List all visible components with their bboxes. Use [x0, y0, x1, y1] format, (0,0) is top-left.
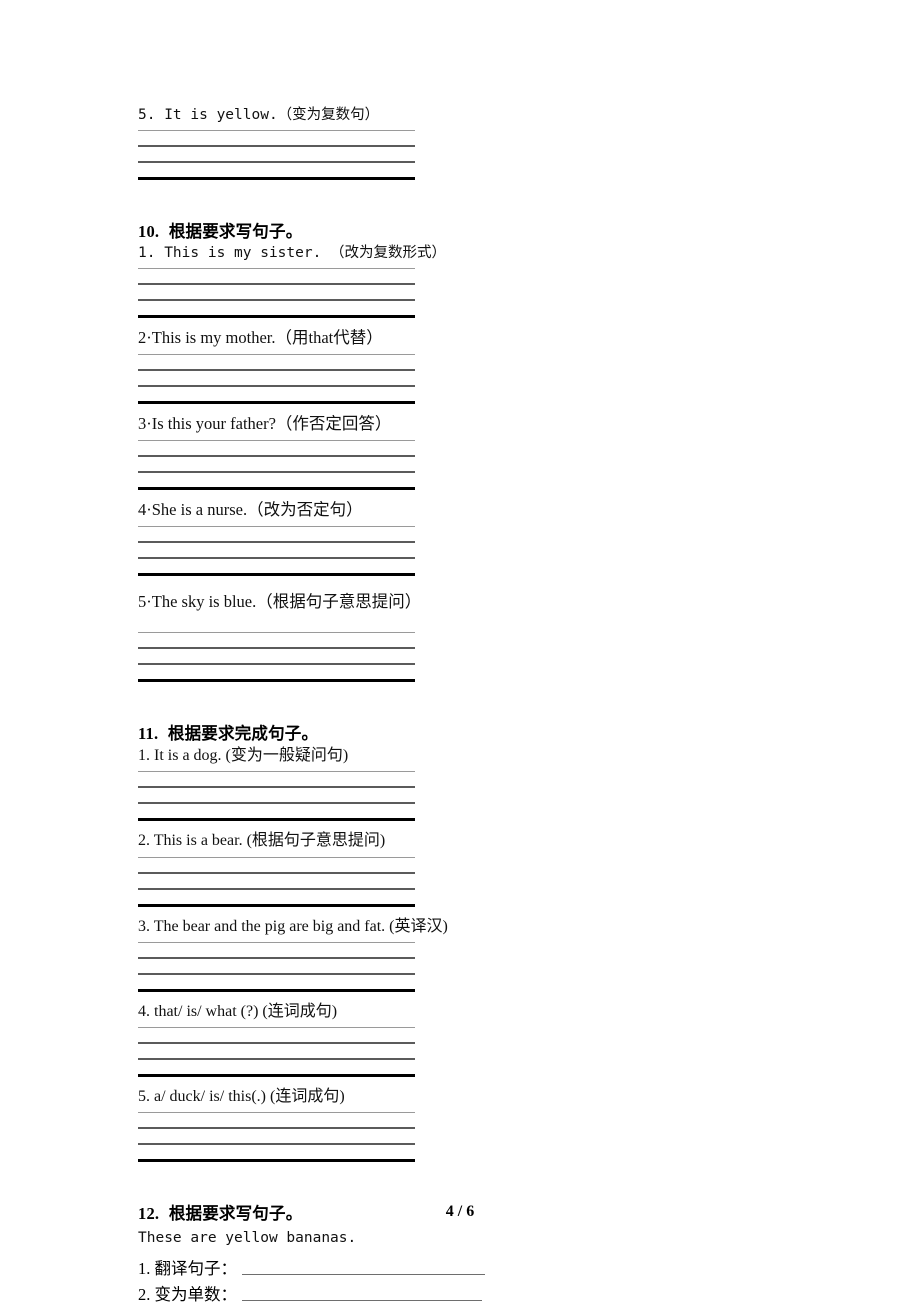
answer-lines[interactable] [138, 525, 415, 576]
carryover-question-prompt: 5. It is yellow.（变为复数句） [138, 107, 380, 123]
worksheet-page: 5. It is yellow.（变为复数句） 10. 根据要求写句子。 1. … [0, 0, 920, 1302]
fill-in-label: 2. 变为单数： [138, 1285, 237, 1302]
question-prompt: 2·This is my mother.（用that代替） [138, 328, 383, 348]
section-gap [158, 725, 168, 743]
answer-lines[interactable] [138, 1026, 415, 1077]
worksheet-content: 5. It is yellow.（变为复数句） 10. 根据要求写句子。 1. … [138, 107, 778, 1302]
answer-lines[interactable] [138, 1112, 415, 1163]
section-number: 11. [138, 723, 159, 743]
section-gap [159, 223, 169, 241]
section-title: 根据要求完成句子。 [167, 724, 319, 743]
answer-lines[interactable] [138, 268, 415, 319]
section-number: 10. [138, 222, 160, 242]
section-title: 根据要求写句子。 [168, 223, 303, 242]
fill-in-blank[interactable] [242, 1274, 485, 1276]
question-prompt: 5. a/ duck/ is/ this(.) (连词成句) [138, 1087, 345, 1105]
section-12-stem: These are yellow bananas. [138, 1229, 357, 1246]
question-prompt: 1. This is my sister. （改为复数形式） [138, 245, 447, 262]
question-prompt: 2. This is a bear. (根据句子意思提问) [138, 832, 386, 850]
answer-lines[interactable] [138, 771, 415, 822]
answer-lines[interactable] [138, 941, 415, 992]
section-heading-10: 10. 根据要求写句子。 [138, 222, 778, 243]
question-prompt: 5·The sky is blue.（根据句子意思提问） [138, 591, 422, 611]
answer-lines[interactable] [138, 631, 415, 682]
fill-in-blank[interactable] [242, 1300, 482, 1302]
question-prompt: 3. The bear and the pig are big and fat.… [138, 917, 448, 935]
answer-lines[interactable] [138, 440, 415, 490]
answer-lines[interactable] [138, 354, 415, 405]
answer-lines[interactable] [138, 856, 415, 907]
answer-lines[interactable] [138, 130, 415, 181]
question-prompt: 1. It is a dog. (变为一般疑问句) [138, 747, 349, 765]
question-prompt: 4. that/ is/ what (?) (连词成句) [138, 1002, 338, 1020]
section-heading-11: 11. 根据要求完成句子。 [138, 724, 778, 745]
fill-in-row[interactable]: 2. 变为单数： [138, 1279, 778, 1302]
fill-in-label: 1. 翻译句子： [138, 1259, 237, 1279]
page-footer: 4 / 6 [445, 1203, 475, 1220]
question-prompt: 3·Is this your father?（作否定回答） [138, 414, 392, 434]
fill-in-row[interactable]: 1. 翻译句子： [138, 1253, 778, 1279]
question-prompt: 4·She is a nurse.（改为否定句） [138, 500, 363, 519]
